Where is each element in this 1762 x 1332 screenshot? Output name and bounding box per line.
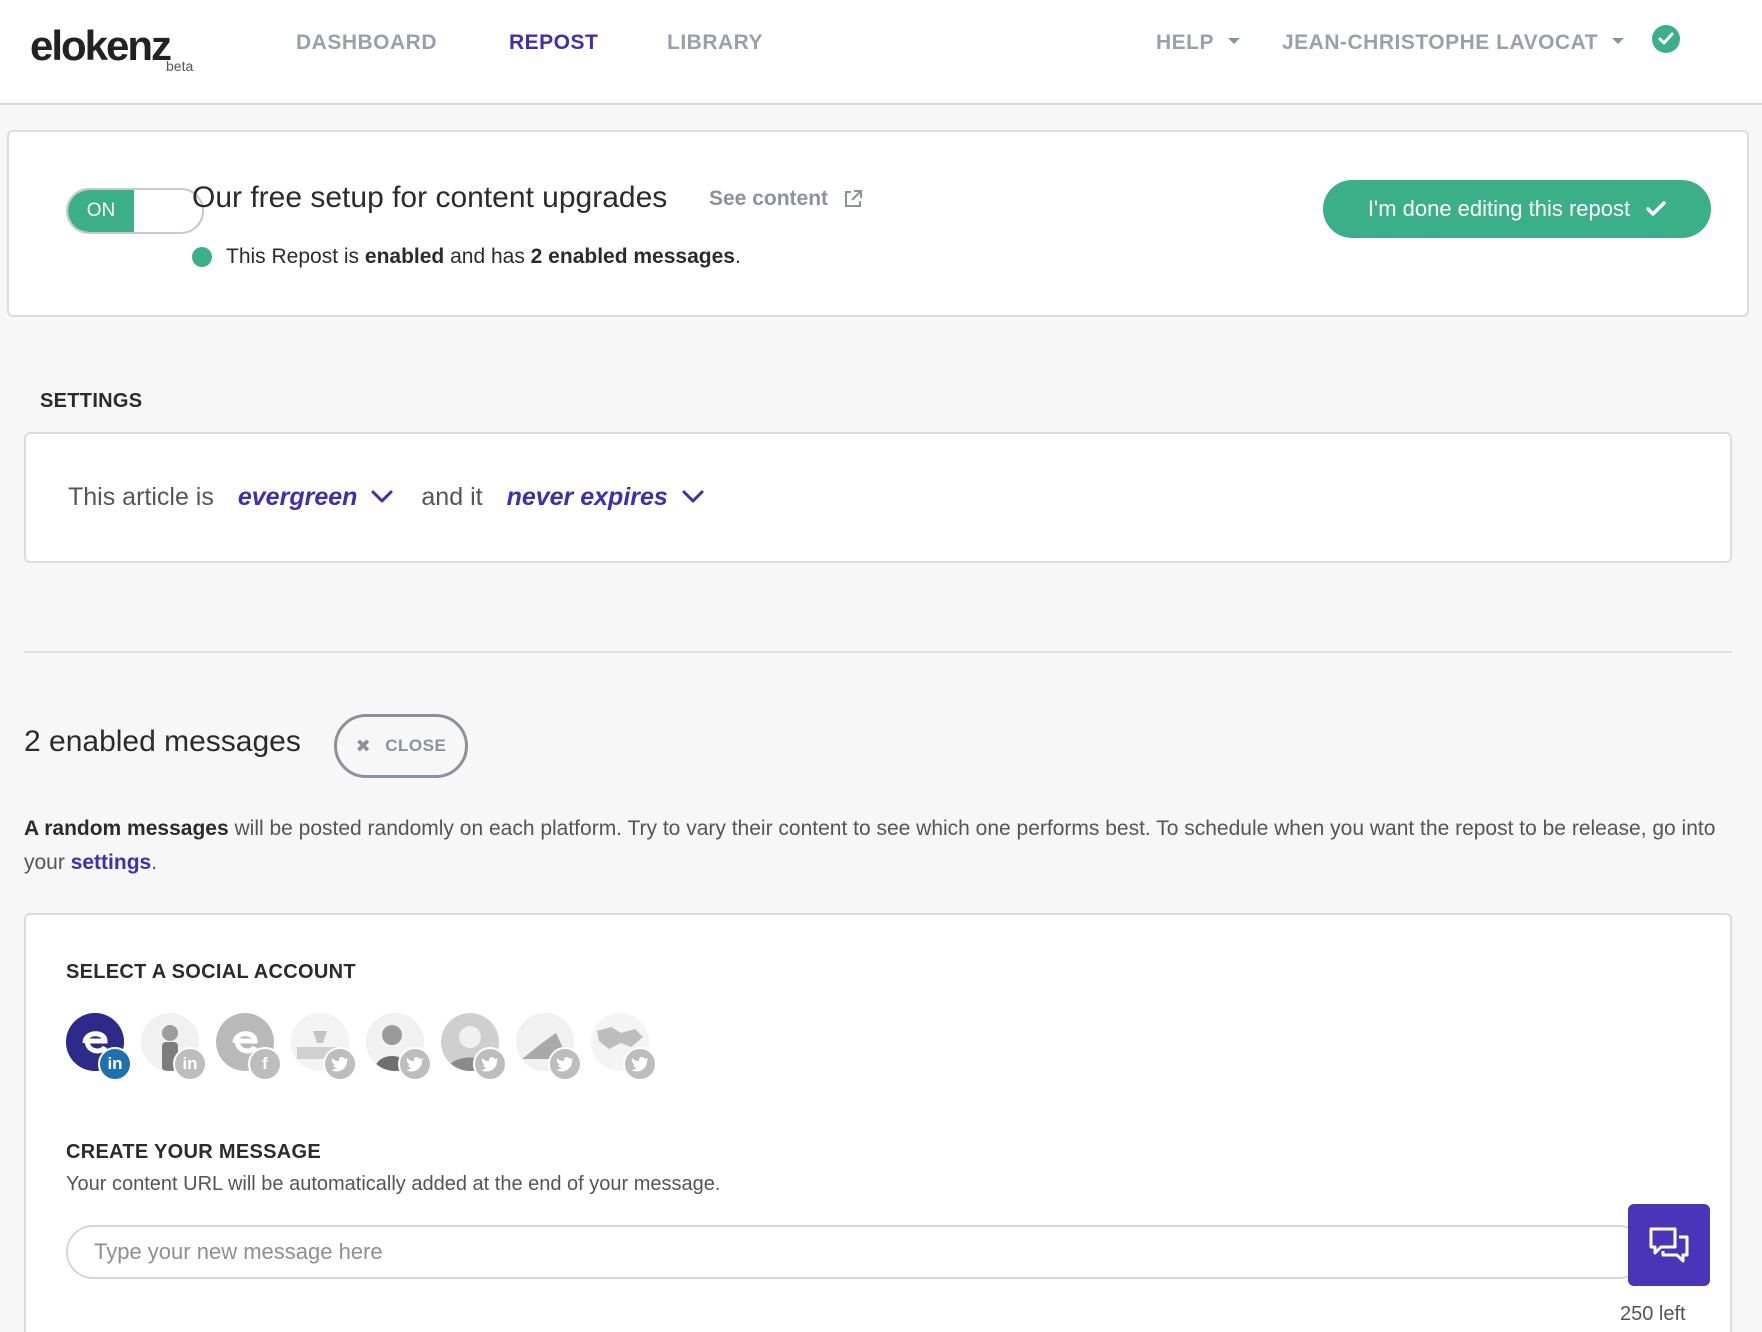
user-menu[interactable]: JEAN-CHRISTOPHE LAVOCAT: [1282, 30, 1625, 56]
check-circle-icon: [1652, 25, 1680, 53]
done-editing-button[interactable]: I'm done editing this repost: [1323, 180, 1711, 238]
enabled-messages-title: 2 enabled messages: [24, 725, 301, 758]
lifespan-dropdown[interactable]: evergreen: [238, 480, 394, 514]
caret-down-icon: [1228, 38, 1241, 45]
settings-heading: SETTINGS: [40, 390, 143, 412]
repost-title: Our free setup for content upgrades: [192, 181, 668, 214]
social-account-option[interactable]: [591, 1013, 657, 1081]
twitter-icon: [473, 1047, 507, 1081]
message-editor-card: SELECT A SOCIAL ACCOUNT in in f CREATE Y…: [24, 913, 1732, 1332]
chevron-down-icon: [371, 490, 393, 503]
messages-info-text: A random messages will be posted randoml…: [24, 812, 1740, 880]
lifespan-value: evergreen: [237, 483, 358, 511]
repost-header-card: ON Our free setup for content upgrades S…: [7, 130, 1749, 317]
toggle-on-label: ON: [68, 190, 134, 232]
linkedin-icon: in: [173, 1047, 207, 1081]
close-label: CLOSE: [385, 736, 447, 755]
social-account-option[interactable]: in: [66, 1013, 132, 1081]
status-middle: and has: [450, 245, 525, 268]
status-dot: [192, 247, 212, 267]
info-bold: A random messages: [24, 817, 229, 840]
expiry-dropdown[interactable]: never expires: [507, 480, 704, 514]
section-divider: [24, 651, 1732, 653]
create-message-heading: CREATE YOUR MESSAGE: [66, 1141, 321, 1163]
nav-repost[interactable]: REPOST: [509, 30, 598, 56]
social-account-option[interactable]: in: [141, 1013, 207, 1081]
linkedin-icon: in: [98, 1047, 132, 1081]
twitter-icon: [548, 1047, 582, 1081]
twitter-icon: [623, 1047, 657, 1081]
nav-dashboard[interactable]: DASHBOARD: [296, 30, 437, 56]
social-account-option[interactable]: f: [216, 1013, 282, 1081]
help-menu[interactable]: HELP: [1156, 30, 1241, 56]
info-body: will be posted randomly on each platform…: [24, 817, 1716, 874]
user-menu-label: JEAN-CHRISTOPHE LAVOCAT: [1282, 31, 1599, 54]
select-account-heading: SELECT A SOCIAL ACCOUNT: [66, 961, 356, 983]
status-message-count: 2 enabled messages: [530, 245, 735, 268]
social-account-option[interactable]: [441, 1013, 507, 1081]
close-messages-button[interactable]: ✖ CLOSE: [334, 714, 468, 778]
twitter-icon: [398, 1047, 432, 1081]
expiry-value: never expires: [506, 483, 668, 511]
logo-beta-badge: beta: [166, 58, 194, 74]
checkmark-icon: [1646, 201, 1666, 216]
caret-down-icon: [1612, 38, 1625, 45]
support-chat-button[interactable]: [1628, 1204, 1710, 1286]
status-prefix: This Repost is: [226, 245, 360, 268]
top-navigation-bar: elokenz beta DASHBOARD REPOST LIBRARY HE…: [0, 0, 1762, 105]
done-editing-label: I'm done editing this repost: [1367, 196, 1631, 221]
close-icon: ✖: [355, 735, 372, 756]
settings-middle: and it: [421, 483, 483, 511]
repost-enabled-toggle[interactable]: ON: [66, 188, 204, 234]
status-enabled: enabled: [364, 245, 445, 268]
twitter-icon: [323, 1047, 357, 1081]
chat-bubbles-icon: [1649, 1227, 1689, 1263]
see-content-label: See content: [709, 187, 829, 210]
settings-link[interactable]: settings: [71, 851, 152, 874]
settings-card: This article is evergreen and it never e…: [24, 432, 1732, 563]
social-account-option[interactable]: [516, 1013, 582, 1081]
chevron-down-icon: [682, 490, 704, 503]
repost-status-line: This Repost is enabled and has 2 enabled…: [192, 242, 741, 272]
social-account-option[interactable]: [366, 1013, 432, 1081]
nav-library[interactable]: LIBRARY: [667, 30, 763, 56]
see-content-link[interactable]: See content: [709, 184, 864, 214]
logo-wordmark: elokenz: [30, 22, 172, 69]
help-menu-label: HELP: [1156, 31, 1215, 54]
settings-prefix: This article is: [68, 483, 214, 511]
info-end: .: [151, 851, 158, 874]
social-account-list: in in f: [66, 1013, 657, 1081]
external-link-icon: [845, 190, 863, 207]
facebook-icon: f: [248, 1047, 282, 1081]
settings-sentence: This article is evergreen and it never e…: [68, 480, 732, 514]
message-input[interactable]: [66, 1225, 1646, 1279]
create-message-subtitle: Your content URL will be automatically a…: [66, 1173, 721, 1195]
status-suffix: .: [734, 245, 741, 268]
characters-left-counter: 250 left: [1620, 1303, 1686, 1325]
social-account-option[interactable]: [291, 1013, 357, 1081]
